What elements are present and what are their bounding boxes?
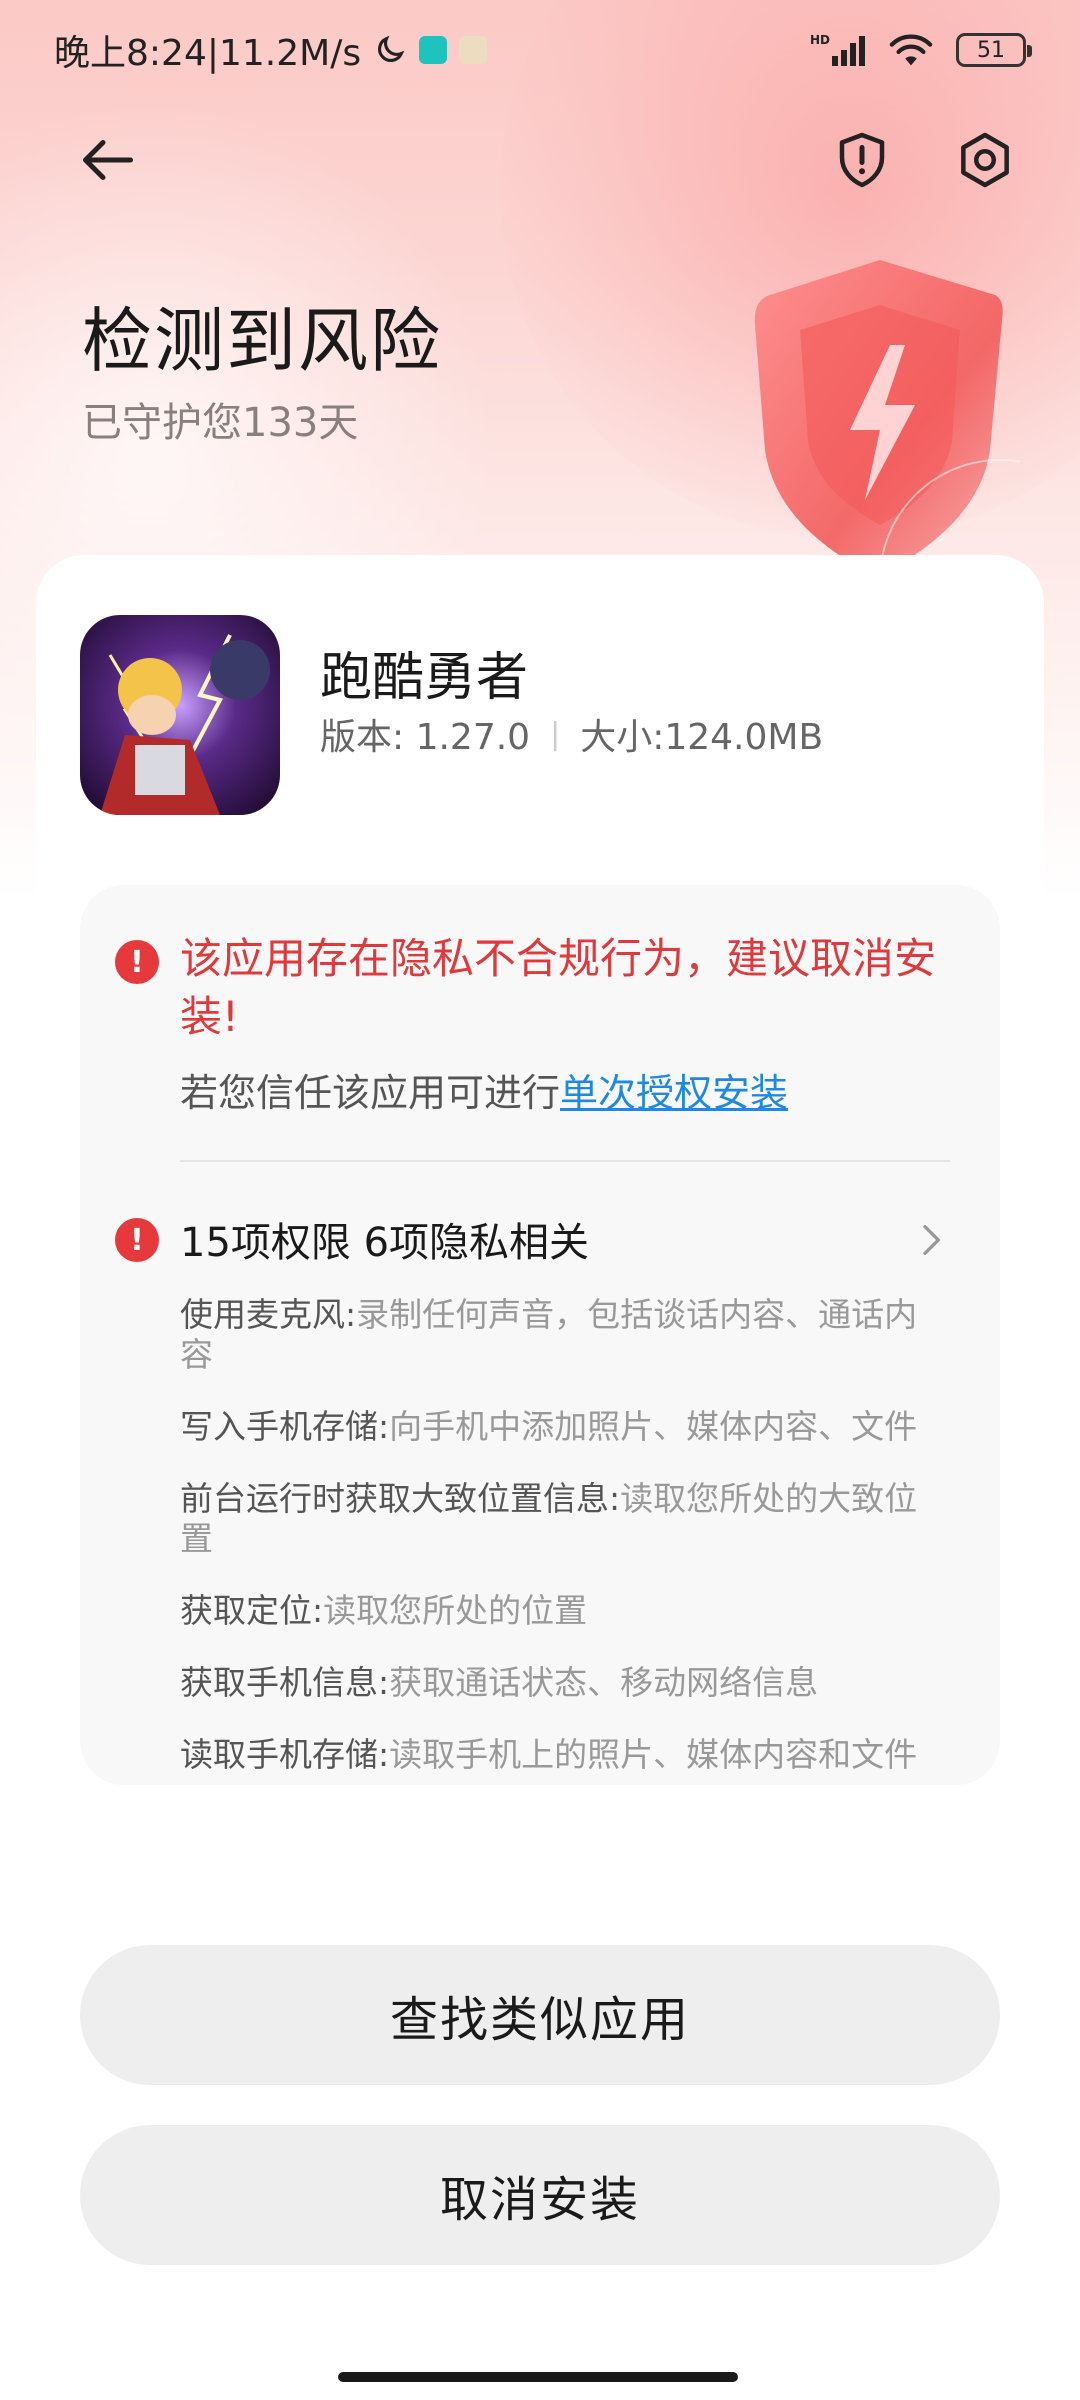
status-right: HD 51 <box>810 32 1032 68</box>
alert-icon: ! <box>115 940 159 984</box>
alert-icon: ! <box>115 1218 159 1262</box>
trust-prefix: 若您信任该应用可进行 <box>180 1071 561 1115</box>
cancel-install-button[interactable]: 取消安装 <box>80 2125 1000 2265</box>
battery-level: 51 <box>977 37 1005 63</box>
permission-name: 使用麦克风: <box>180 1295 357 1334</box>
chevron-right-icon[interactable] <box>910 1220 950 1260</box>
taptap-icon <box>419 36 448 64</box>
sim-icon <box>459 36 488 64</box>
find-similar-button[interactable]: 查找类似应用 <box>80 1945 1000 2085</box>
app-version: 版本: 1.27.0 <box>320 717 531 758</box>
permission-desc: 读取您所处的位置 <box>323 1591 588 1630</box>
permission-desc: 获取通话状态、移动网络信息 <box>389 1663 819 1702</box>
permission-name: 获取定位: <box>180 1591 324 1630</box>
permission-name: 写入手机存储: <box>180 1407 390 1446</box>
wifi-icon <box>889 34 933 66</box>
permission-item: 获取手机信息:获取通话状态、移动网络信息 <box>180 1663 950 1703</box>
permission-summary[interactable]: 15项权限 6项隐私相关 <box>180 1210 589 1268</box>
report-button[interactable] <box>822 120 902 200</box>
permission-item: 前台运行时获取大致位置信息:读取您所处的大致位置 <box>180 1479 950 1559</box>
back-button[interactable] <box>68 120 148 200</box>
permission-desc: 读取手机上的照片、媒体内容和文件 <box>389 1735 918 1774</box>
app-name: 跑酷勇者 <box>320 648 529 708</box>
permission-item: 获取定位:读取您所处的位置 <box>180 1591 950 1631</box>
app-icon <box>80 615 280 815</box>
gear-icon <box>961 132 1009 188</box>
permission-desc: 向手机中添加照片、媒体内容、文件 <box>389 1407 918 1446</box>
meta-separator: | <box>550 716 561 752</box>
permission-item: 读取手机存储:读取手机上的照片、媒体内容和文件 <box>180 1735 950 1775</box>
moon-icon <box>378 35 405 62</box>
app-size: 大小:124.0MB <box>580 717 824 758</box>
permission-item: 使用麦克风:录制任何声音，包括谈话内容、通话内容 <box>180 1295 950 1375</box>
protection-days: 已守护您133天 <box>82 400 359 446</box>
signal-icon: HD <box>810 33 865 66</box>
status-bar: 晚上8:24|11.2M/s HD 51 <box>0 0 1080 100</box>
single-authorize-link[interactable]: 单次授权安装 <box>560 1071 788 1115</box>
app-meta: 版本: 1.27.0 | 大小:124.0MB <box>320 708 823 760</box>
shield-lightning-icon <box>754 260 1020 580</box>
divider <box>180 1160 950 1162</box>
status-time: 晚上8:24|11.2M/s <box>54 33 362 74</box>
permission-name: 获取手机信息: <box>180 1663 390 1702</box>
arrow-left-icon <box>83 140 133 180</box>
svg-text:HD: HD <box>810 33 830 47</box>
trust-line: 若您信任该应用可进行单次授权安装 <box>180 1062 788 1117</box>
permission-name: 前台运行时获取大致位置信息: <box>180 1479 621 1518</box>
settings-button[interactable] <box>945 120 1025 200</box>
risk-warning: 该应用存在隐私不合规行为，建议取消安装! <box>180 934 937 1041</box>
shield-alert-icon <box>839 132 885 188</box>
permission-item: 写入手机存储:向手机中添加照片、媒体内容、文件 <box>180 1407 950 1447</box>
battery-icon: 51 <box>956 33 1032 67</box>
status-left: 晚上8:24|11.2M/s <box>54 24 488 76</box>
home-indicator[interactable] <box>338 2372 738 2382</box>
permission-list: 使用麦克风:录制任何声音，包括谈话内容、通话内容 写入手机存储:向手机中添加照片… <box>180 1295 950 1807</box>
page-title: 检测到风险 <box>82 300 442 382</box>
permission-name: 读取手机存储: <box>180 1735 390 1774</box>
